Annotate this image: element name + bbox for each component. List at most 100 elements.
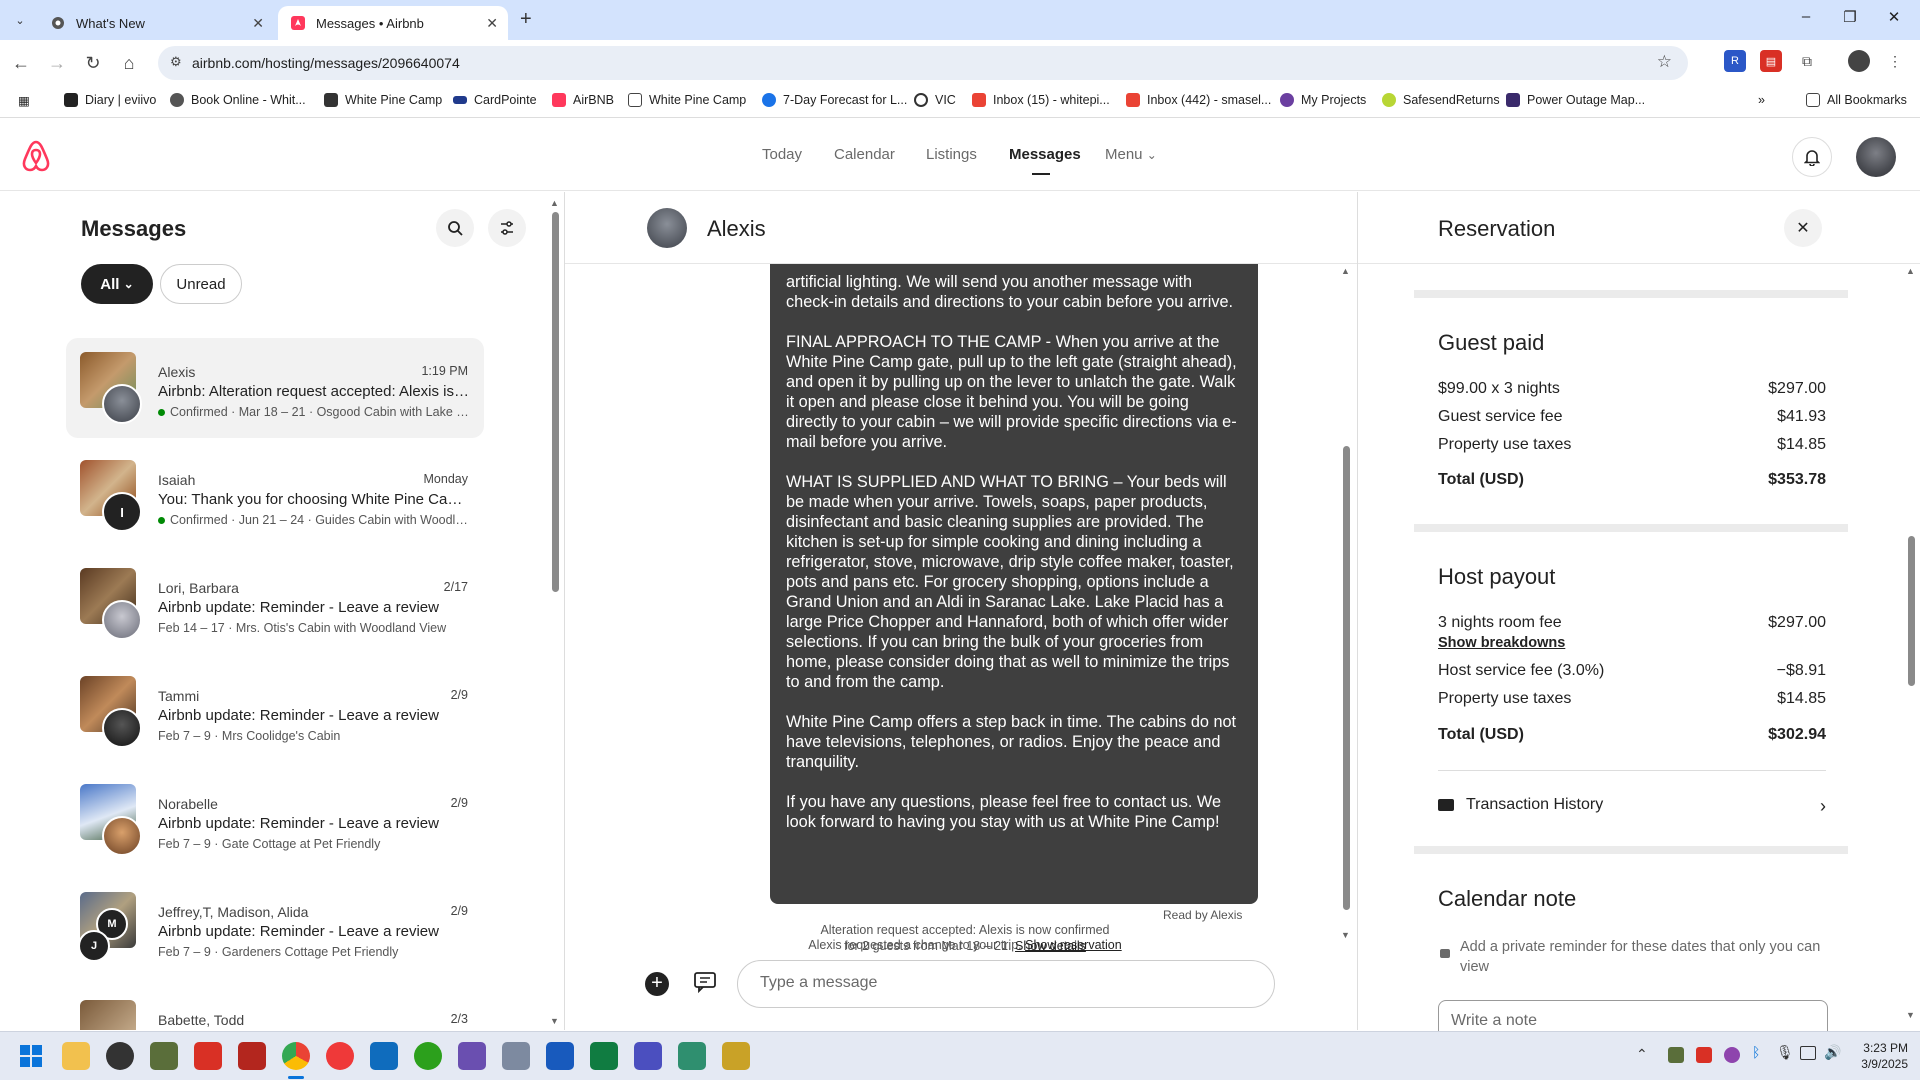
bookmark-item[interactable]: CardPointe <box>453 93 537 107</box>
back-button[interactable]: ← <box>6 48 36 78</box>
chat-scrollbar[interactable]: ▲ ▼ <box>1341 266 1351 948</box>
app-icon[interactable] <box>238 1042 266 1070</box>
filter-unread-chip[interactable]: Unread <box>160 264 242 304</box>
nav-today[interactable]: Today <box>762 146 802 163</box>
forward-button[interactable]: → <box>42 48 72 78</box>
bookmark-item[interactable]: AirBNB <box>552 93 614 107</box>
conversation-item[interactable]: Babette, Todd 2/3 <box>66 986 484 1030</box>
chrome-taskbar-icon[interactable] <box>282 1042 310 1070</box>
extension-icon[interactable]: ▤ <box>1760 50 1782 72</box>
tab-search-button[interactable]: ⌄ <box>8 8 32 32</box>
filter-settings-button[interactable] <box>488 209 526 247</box>
bookmark-item[interactable]: Book Online - Whit... <box>170 93 306 107</box>
message-input[interactable]: Type a message <box>737 960 1275 1008</box>
bookmark-item[interactable]: My Projects <box>1280 93 1366 107</box>
nav-messages[interactable]: Messages <box>1009 146 1081 163</box>
transaction-history-row[interactable]: Transaction History › <box>1438 796 1826 816</box>
bluetooth-icon[interactable]: ᛒ <box>1752 1044 1760 1060</box>
windows-start-icon[interactable] <box>20 1045 42 1067</box>
nav-menu[interactable]: Menu ⌄ <box>1105 146 1157 163</box>
bookmarks-overflow-icon[interactable]: » <box>1758 93 1765 107</box>
bookmark-item[interactable]: SafesendReturns <box>1382 93 1500 107</box>
app-icon[interactable] <box>634 1042 662 1070</box>
search-messages-button[interactable] <box>436 209 474 247</box>
word-icon[interactable] <box>546 1042 574 1070</box>
scroll-up-arrow[interactable]: ▲ <box>550 198 559 208</box>
close-reservation-button[interactable]: ✕ <box>1784 209 1822 247</box>
outlook-icon[interactable] <box>370 1042 398 1070</box>
reload-button[interactable]: ↻ <box>78 48 108 78</box>
profile-icon[interactable] <box>1848 50 1870 72</box>
scroll-up-arrow[interactable]: ▲ <box>1906 266 1915 276</box>
excel-icon[interactable] <box>590 1042 618 1070</box>
notifications-bell-button[interactable] <box>1792 137 1832 177</box>
show-details-link[interactable]: Show details <box>1015 939 1086 953</box>
app-icon[interactable] <box>502 1042 530 1070</box>
messages-scrollbar[interactable]: ▲ ▼ <box>550 198 560 1028</box>
filter-all-chip[interactable]: All ⌄ <box>81 264 153 304</box>
address-bar[interactable]: ⚙ airbnb.com/hosting/messages/2096640074… <box>158 46 1688 80</box>
bookmark-folder[interactable]: White Pine Camp <box>628 93 746 107</box>
app-icon[interactable] <box>150 1042 178 1070</box>
network-icon[interactable] <box>1800 1046 1816 1060</box>
tab-whats-new[interactable]: What's New ✕ <box>38 6 274 40</box>
scrollbar-thumb[interactable] <box>1343 446 1350 910</box>
add-attachment-button[interactable]: + <box>645 972 669 996</box>
tray-app-icon[interactable] <box>1668 1047 1684 1063</box>
nav-calendar[interactable]: Calendar <box>834 146 895 163</box>
kebab-menu-icon[interactable]: ⋮ <box>1884 50 1906 72</box>
restore-window-button[interactable]: ❐ <box>1830 8 1870 32</box>
clock[interactable]: 3:23 PM 3/9/2025 <box>1852 1040 1908 1072</box>
close-window-button[interactable]: ✕ <box>1874 8 1914 32</box>
home-button[interactable]: ⌂ <box>114 48 144 78</box>
app-icon[interactable] <box>106 1042 134 1070</box>
scroll-up-arrow[interactable]: ▲ <box>1341 266 1350 276</box>
show-breakdowns-link[interactable]: Show breakdowns <box>1438 635 1826 651</box>
snipping-tool-icon[interactable] <box>458 1042 486 1070</box>
all-bookmarks-folder[interactable]: All Bookmarks <box>1806 93 1907 107</box>
reservation-scrollbar[interactable]: ▲ ▼ <box>1906 266 1916 1028</box>
tab-messages-airbnb[interactable]: Messages • Airbnb ✕ <box>278 6 508 40</box>
file-explorer-icon[interactable] <box>62 1042 90 1070</box>
bookmark-item[interactable]: Inbox (442) - smasel... <box>1126 93 1271 107</box>
conversation-item[interactable]: Tammi 2/9 Airbnb update: Reminder - Leav… <box>66 662 484 762</box>
guest-avatar[interactable] <box>647 208 687 248</box>
tray-app-icon[interactable] <box>1696 1047 1712 1063</box>
nav-listings[interactable]: Listings <box>926 146 977 163</box>
scrollbar-thumb[interactable] <box>552 212 559 592</box>
bookmark-item[interactable]: Inbox (15) - whitepi... <box>972 93 1110 107</box>
scrollbar-thumb[interactable] <box>1908 536 1915 686</box>
conversation-item[interactable]: Alexis 1:19 PM Airbnb: Alteration reques… <box>66 338 484 438</box>
microphone-icon[interactable]: 🎙 <box>1776 1044 1794 1061</box>
vivaldi-icon[interactable] <box>326 1042 354 1070</box>
close-tab-icon[interactable]: ✕ <box>252 15 264 32</box>
quick-replies-icon[interactable] <box>693 970 719 999</box>
bookmark-item[interactable]: VIC <box>914 93 956 107</box>
extensions-puzzle-icon[interactable]: ⧉ <box>1796 50 1818 72</box>
bookmark-item[interactable]: Diary | eviivo <box>64 93 156 107</box>
user-avatar[interactable] <box>1856 137 1896 177</box>
site-info-icon[interactable]: ⚙ <box>170 54 182 70</box>
bookmark-star-icon[interactable]: ☆ <box>1657 52 1672 72</box>
extension-icon[interactable]: R <box>1724 50 1746 72</box>
show-hidden-icons-chevron-icon[interactable]: ⌃ <box>1636 1046 1648 1063</box>
volume-icon[interactable]: 🔊 <box>1824 1044 1841 1061</box>
conversation-item[interactable]: Norabelle 2/9 Airbnb update: Reminder - … <box>66 770 484 870</box>
new-tab-button[interactable]: + <box>520 8 532 31</box>
minimize-window-button[interactable]: – <box>1786 8 1826 32</box>
conversation-item[interactable]: I Isaiah Monday You: Thank you for choos… <box>66 446 484 546</box>
scroll-down-arrow[interactable]: ▼ <box>1341 930 1350 940</box>
conversation-item[interactable]: Lori, Barbara 2/17 Airbnb update: Remind… <box>66 554 484 654</box>
scroll-down-arrow[interactable]: ▼ <box>550 1016 559 1026</box>
scroll-down-arrow[interactable]: ▼ <box>1906 1010 1915 1020</box>
bookmark-item[interactable]: Power Outage Map... <box>1506 93 1645 107</box>
quickbooks-icon[interactable] <box>414 1042 442 1070</box>
close-tab-icon[interactable]: ✕ <box>486 15 498 32</box>
airbnb-logo-icon[interactable] <box>20 139 52 178</box>
conversation-item[interactable]: M J Jeffrey,T, Madison, Alida 2/9 Airbnb… <box>66 878 484 978</box>
app-icon[interactable] <box>678 1042 706 1070</box>
app-icon[interactable] <box>194 1042 222 1070</box>
tray-app-icon[interactable] <box>1724 1047 1740 1063</box>
bookmark-item[interactable]: White Pine Camp <box>324 93 442 107</box>
app-icon[interactable] <box>722 1042 750 1070</box>
